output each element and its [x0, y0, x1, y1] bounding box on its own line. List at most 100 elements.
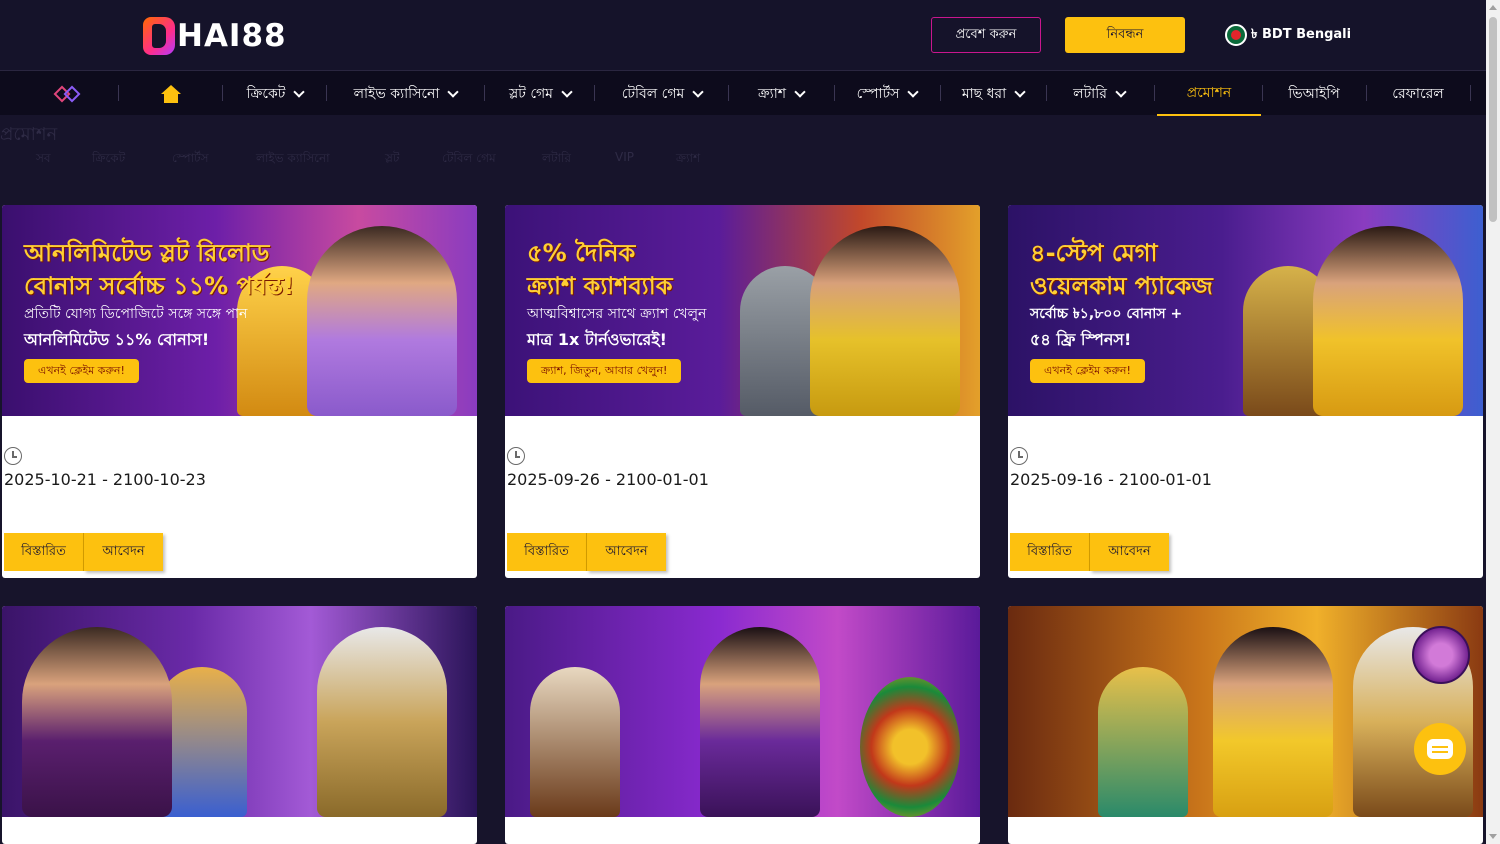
currency-selector[interactable]: ৳ BDT Bengali [1225, 24, 1351, 46]
card-actions: বিস্তারিত আবেদন [507, 533, 666, 571]
page-scrollbar[interactable] [1486, 0, 1500, 844]
chat-icon [1427, 739, 1453, 759]
promo-card: আনলিমিটেড স্লট রিলোড বোনাস সর্বোচ্চ ১১% … [2, 205, 477, 578]
page-title: প্রমোশন [0, 124, 58, 145]
chevron-down-icon [293, 85, 306, 98]
nav-label: স্পোর্টস [856, 85, 900, 102]
chevron-down-icon [561, 85, 573, 98]
live-chat-button[interactable] [1414, 723, 1466, 775]
promo-banner[interactable]: ৪-স্টেপ মেগা ওয়েলকাম প্যাকেজ সর্বোচ্চ ৳… [1008, 205, 1483, 416]
top-header: HAI88 প্রবেশ করুন নিবন্ধন ৳ BDT Bengali [0, 0, 1486, 70]
filter-all[interactable]: সব [36, 150, 51, 170]
banner-cta[interactable]: ক্র্যাশ, জিতুন, আবার খেলুন! [527, 359, 682, 383]
filter-crash[interactable]: ক্র্যাশ [676, 150, 700, 170]
banner-subtext: আত্মবিশ্বাসের সাথে ক্র্যাশ খেলুন মাত্র 1… [527, 306, 707, 349]
clock-icon [1010, 447, 1028, 465]
banner-model [700, 627, 820, 817]
details-button[interactable]: বিস্তারিত [507, 533, 587, 571]
clock-icon [507, 447, 525, 465]
banner-subtext: সর্বোচ্চ ৳১,৮০০ বোনাস + ৫৪ ফ্রি স্পিনস! [1030, 306, 1183, 349]
promo-card [2, 606, 477, 844]
filter-slots[interactable]: স্লট [385, 150, 399, 170]
filter-lottery[interactable]: লটারি [542, 150, 571, 170]
promo-date: 2025-09-26 - 2100-01-01 [507, 470, 709, 489]
chevron-down-icon [794, 85, 806, 98]
promo-banner[interactable] [1008, 606, 1483, 817]
nav-label: স্লট গেম [509, 85, 553, 102]
banner-model [1313, 226, 1463, 416]
banner-wheel [860, 677, 960, 817]
nav-label: মাছ ধরা [961, 85, 1007, 102]
banner-model [307, 226, 457, 416]
nav-fishing[interactable]: মাছ ধরা [942, 71, 1044, 116]
nav-live-casino[interactable]: লাইভ ক্যাসিনো [328, 71, 483, 116]
banner-model [22, 627, 172, 817]
banner-headline: ৪-স্টেপ মেগা ওয়েলকাম প্যাকেজ [1030, 239, 1213, 300]
promo-card [505, 606, 980, 844]
scroll-thumb[interactable] [1489, 17, 1497, 222]
filter-vip[interactable]: VIP [615, 150, 634, 164]
banner-subtext: প্রতিটি যোগ্য ডিপোজিটে সঙ্গে সঙ্গে পান আ… [24, 306, 248, 349]
nav-label: লাইভ ক্যাসিনো [353, 85, 440, 102]
banner-cta[interactable]: এখনই ক্লেইম করুন! [1030, 359, 1145, 383]
nav-label: ভিআইপি [1288, 85, 1340, 102]
filter-table-games[interactable]: টেবিল গেম [442, 150, 496, 170]
card-actions: বিস্তারিত আবেদন [1010, 533, 1169, 571]
nav-cricket[interactable]: ক্রিকেট [224, 71, 326, 116]
nav-sports[interactable]: স্পোর্টস [836, 71, 938, 116]
banner-model [1213, 627, 1333, 817]
banner-zeus [317, 627, 447, 817]
banner-model [810, 226, 960, 416]
promo-banner[interactable]: ৫% দৈনিক ক্র্যাশ ক্যাশব্যাক আত্মবিশ্বাসে… [505, 205, 980, 416]
banner-headline: আনলিমিটেড স্লট রিলোড বোনাস সর্বোচ্চ ১১% … [24, 239, 295, 300]
logo-mark [143, 17, 175, 55]
filter-live-casino[interactable]: লাইভ ক্যাসিনো [256, 150, 330, 170]
nav-home[interactable] [120, 71, 222, 116]
chevron-down-icon [1014, 85, 1026, 98]
clock-icon [4, 447, 22, 465]
scroll-down-arrow-icon[interactable] [1489, 834, 1497, 839]
promo-card: ৪-স্টেপ মেগা ওয়েলকাম প্যাকেজ সর্বোচ্চ ৳… [1008, 205, 1483, 578]
home-icon [161, 84, 181, 103]
nav-label: লটারি [1073, 85, 1107, 102]
chevron-down-icon [907, 85, 920, 98]
bangladesh-flag-icon [1225, 24, 1247, 46]
chevron-down-icon [447, 85, 460, 98]
chevron-down-icon [1115, 85, 1127, 98]
login-button[interactable]: প্রবেশ করুন [931, 17, 1041, 53]
apply-button[interactable]: আবেদন [1090, 533, 1169, 571]
nav-promotions[interactable]: প্রমোশন [1157, 71, 1261, 116]
nav-vip[interactable]: ভিআইপি [1264, 71, 1364, 116]
brand-mini-icon[interactable] [40, 71, 95, 116]
promo-banner[interactable] [2, 606, 477, 817]
register-button[interactable]: নিবন্ধন [1065, 17, 1185, 53]
nav-label: প্রমোশন [1186, 84, 1232, 101]
promo-card: ৫% দৈনিক ক্র্যাশ ক্যাশব্যাক আত্মবিশ্বাসে… [505, 205, 980, 578]
nav-lottery[interactable]: লটারি [1048, 71, 1150, 116]
nav-crash[interactable]: ক্র্যাশ [730, 71, 832, 116]
details-button[interactable]: বিস্তারিত [4, 533, 84, 571]
promo-card [1008, 606, 1483, 844]
banner-cta[interactable]: এখনই ক্লেইম করুন! [24, 359, 139, 383]
banner-skeleton [530, 667, 620, 817]
scroll-up-arrow-icon[interactable] [1489, 5, 1497, 10]
details-button[interactable]: বিস্তারিত [1010, 533, 1090, 571]
nav-label: ক্রিকেট [246, 85, 286, 102]
banner-headline: ৫% দৈনিক ক্র্যাশ ক্যাশব্যাক [527, 239, 673, 300]
promo-date: 2025-09-16 - 2100-01-01 [1010, 470, 1212, 489]
promo-banner[interactable] [505, 606, 980, 817]
promo-date: 2025-10-21 - 2100-10-23 [4, 470, 206, 489]
gift-icon[interactable] [1412, 626, 1470, 684]
nav-referral[interactable]: রেফারেল [1368, 71, 1468, 116]
filter-sports[interactable]: স্পোর্টস [172, 150, 209, 170]
card-actions: বিস্তারিত আবেদন [4, 533, 163, 571]
nav-slots[interactable]: স্লট গেম [486, 71, 594, 116]
promo-banner[interactable]: আনলিমিটেড স্লট রিলোড বোনাস সর্বোচ্চ ১১% … [2, 205, 477, 416]
filter-cricket[interactable]: ক্রিকেট [92, 150, 125, 170]
nav-table-games[interactable]: টেবিল গেম [596, 71, 728, 116]
main-nav: ক্রিকেট লাইভ ক্যাসিনো স্লট গেম টেবিল গেম… [0, 70, 1486, 116]
nav-label: ক্র্যাশ [757, 85, 787, 102]
apply-button[interactable]: আবেদন [84, 533, 163, 571]
apply-button[interactable]: আবেদন [587, 533, 666, 571]
site-logo[interactable]: HAI88 [143, 16, 287, 56]
